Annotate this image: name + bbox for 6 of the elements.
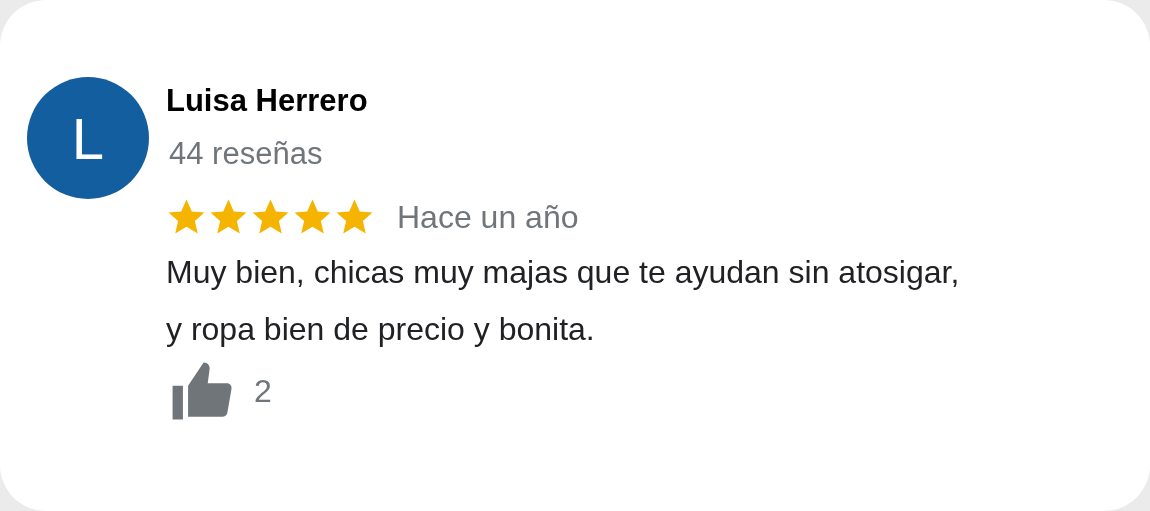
avatar: L bbox=[27, 77, 149, 199]
author-name[interactable]: Luisa Herrero bbox=[166, 81, 966, 121]
like-count: 2 bbox=[254, 372, 272, 410]
review-time: Hace un año bbox=[397, 199, 579, 236]
review-count: 44 reseñas bbox=[169, 135, 324, 173]
review-text: Muy bien, chicas muy majas que te ayudan sin atosigar, y ropa bien de precio y bonita. bbox=[166, 253, 961, 349]
